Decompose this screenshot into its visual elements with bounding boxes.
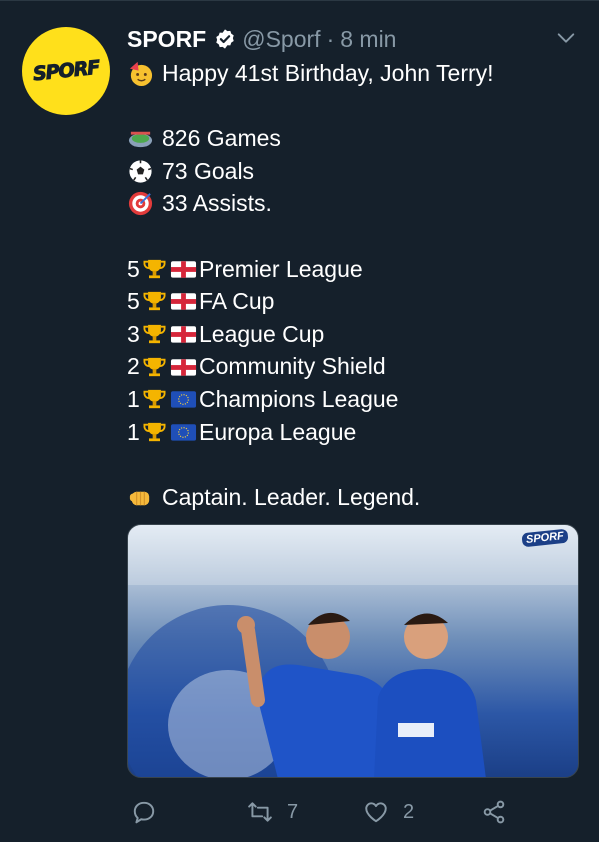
party-face-icon bbox=[129, 61, 153, 86]
target-icon bbox=[128, 192, 153, 216]
trophy-name: FA Cup bbox=[199, 288, 275, 315]
reply-icon bbox=[133, 801, 155, 824]
trophy-line: 5 Premier League bbox=[127, 253, 577, 286]
trophy-line: 2 Community Shield bbox=[127, 350, 577, 383]
england-flag-icon bbox=[170, 261, 197, 278]
trophy-line: 5 FA Cup bbox=[127, 285, 577, 318]
retweet-count: 7 bbox=[287, 800, 299, 823]
eu-flag-icon bbox=[170, 424, 197, 441]
trophy-count: 2 bbox=[127, 353, 140, 380]
closing-text: Captain. Leader. Legend. bbox=[162, 483, 421, 510]
heart-icon bbox=[365, 802, 387, 823]
trophy-line: 1 Europa League bbox=[127, 416, 577, 449]
stat-line: 73 Goals bbox=[127, 155, 577, 188]
chevron-down-icon[interactable] bbox=[555, 27, 577, 49]
trophy-icon bbox=[143, 422, 166, 441]
greeting-text: Happy 41st Birthday, John Terry! bbox=[162, 60, 494, 86]
trophy-count: 5 bbox=[127, 288, 140, 315]
fist-icon bbox=[129, 491, 150, 505]
trophy-line: 3 League Cup bbox=[127, 318, 577, 351]
stat-assists: 33 Assists. bbox=[162, 190, 272, 217]
verified-badge-icon bbox=[216, 29, 234, 49]
trophy-line: 1 Champions League bbox=[127, 383, 577, 416]
stadium-icon bbox=[128, 131, 153, 148]
trophy-name: Champions League bbox=[199, 385, 399, 412]
like-button[interactable]: 2 bbox=[363, 795, 414, 829]
trophy-count: 5 bbox=[127, 255, 140, 282]
england-flag-icon bbox=[170, 293, 197, 311]
stat-games: 826 Games bbox=[162, 125, 281, 152]
closing-line: Captain. Leader. Legend. bbox=[127, 481, 577, 514]
share-button[interactable] bbox=[481, 795, 507, 829]
timestamp[interactable]: 8 min bbox=[340, 26, 396, 53]
trophy-count: 1 bbox=[127, 385, 140, 412]
like-count: 2 bbox=[403, 800, 415, 823]
stat-line: 33 Assists. bbox=[127, 187, 577, 220]
display-name[interactable]: SPORF bbox=[127, 26, 206, 53]
tweet-card[interactable]: SPORF SPORF @Sporf · 8 min Happy 41st Bi… bbox=[0, 0, 599, 842]
stat-line: 826 Games bbox=[127, 122, 577, 155]
trophy-count: 1 bbox=[127, 418, 140, 445]
share-icon bbox=[483, 800, 505, 824]
trophy-name: Premier League bbox=[199, 255, 363, 282]
trophy-name: Europa League bbox=[199, 418, 357, 445]
tweet-text: Happy 41st Birthday, John Terry! 826 Gam… bbox=[127, 57, 577, 513]
avatar[interactable]: SPORF bbox=[22, 27, 110, 115]
stat-goals: 73 Goals bbox=[162, 157, 255, 184]
trophy-name: League Cup bbox=[199, 320, 325, 347]
players-celebrating-photo bbox=[128, 525, 578, 777]
trophy-icon bbox=[143, 390, 166, 409]
trophy-name: Community Shield bbox=[199, 353, 386, 380]
tweet-header: SPORF @Sporf · 8 min bbox=[127, 23, 396, 55]
avatar-logo-text: SPORF bbox=[31, 56, 101, 86]
retweet-icon bbox=[248, 802, 272, 822]
reply-button[interactable] bbox=[131, 795, 171, 829]
eu-flag-icon bbox=[170, 391, 197, 408]
tweet-media-image[interactable]: SPORF bbox=[127, 524, 579, 778]
user-handle[interactable]: @Sporf bbox=[242, 26, 320, 53]
trophy-icon bbox=[143, 259, 166, 279]
greeting-line: Happy 41st Birthday, John Terry! bbox=[127, 57, 577, 90]
england-flag-icon bbox=[170, 358, 197, 376]
england-flag-icon bbox=[170, 326, 197, 343]
trophy-icon bbox=[143, 357, 166, 376]
trophy-count: 3 bbox=[127, 320, 140, 347]
trophy-icon bbox=[143, 324, 166, 344]
separator-dot: · bbox=[326, 25, 335, 52]
retweet-button[interactable]: 7 bbox=[247, 795, 298, 829]
soccer-ball-icon bbox=[129, 159, 152, 183]
trophy-icon bbox=[143, 292, 166, 311]
tweet-actions: 7 2 bbox=[127, 795, 577, 829]
